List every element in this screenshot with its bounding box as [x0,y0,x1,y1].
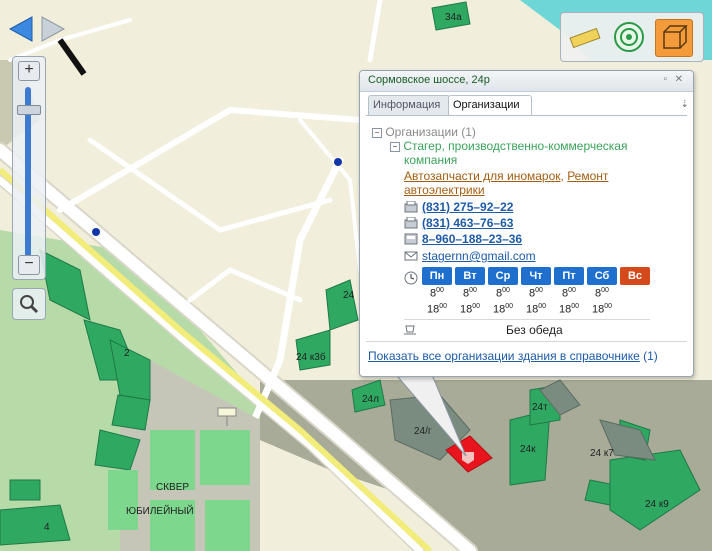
day-0: Пн [422,267,452,285]
fax-icon [404,201,418,213]
phone-link-1[interactable]: (831) 275–92–22 [422,200,513,214]
tab-organizations[interactable]: Организации [448,95,532,116]
open-hour-3: 800 [529,287,543,300]
category-link-2[interactable]: Ремонт [567,169,608,183]
clock-icon [404,271,418,285]
zoom-in-icon[interactable]: + [18,61,40,81]
open-hour-1: 800 [463,287,477,300]
popup-header: Сормовское шоссе, 24р ▫ ✕ [360,71,693,92]
phone-link-3[interactable]: 8–960–188–23–36 [422,232,522,246]
rail-line [57,38,87,76]
zoom-control: + − [12,56,46,280]
stop-sign [217,407,237,417]
chevron-down-icon[interactable]: ⇣ [681,99,689,110]
label-24l: 24л [362,394,379,405]
label-park-1: СКВЕР [156,482,189,493]
open-hour-4: 800 [562,287,576,300]
popup-footer: Показать все организации здания в справо… [368,349,658,363]
collapse-icon-org[interactable]: − [390,141,400,152]
label-24k7: 24 к7 [590,448,614,459]
label-24: 24 [343,290,355,301]
label-24g: 24/г [414,426,432,437]
cup-icon [404,325,416,335]
tree-root[interactable]: − Организации (1) [372,125,476,139]
close-hour-0: 1800 [426,303,448,316]
org-name-cont: компания [404,153,458,167]
footer-count: (1) [643,349,658,363]
close-hour-4: 1800 [558,303,580,316]
info-popup: Сормовское шоссе, 24р ▫ ✕ Информация Орг… [359,70,694,377]
close-hour-5: 1800 [591,303,613,316]
show-all-orgs-link[interactable]: Показать все организации здания в справо… [368,349,640,363]
open-hour-0: 800 [430,287,444,300]
radar-icon[interactable] [611,19,647,55]
3d-box-icon[interactable] [655,19,693,57]
day-1: Вт [455,267,485,285]
schedule-open: 800 800 800 800 800 800 [422,287,652,303]
fax-icon-2 [404,217,418,229]
schedule-days: Пн Вт Ср Чт Пт Сб Вс [422,267,652,287]
open-hour-5: 800 [595,287,609,300]
lunch-text: Без обеда [506,323,563,337]
map-tools [560,12,704,62]
magnifier-icon [20,295,39,314]
open-hour-2: 800 [496,287,510,300]
org-name: Стагер, производственно-коммерческая [403,139,628,153]
nav-arrows [8,14,72,44]
label-24t: 24т [532,402,548,413]
schedule-close: 1800 1800 1800 1800 1800 1800 [422,303,652,319]
mail-icon [404,251,418,261]
close-hour-1: 1800 [459,303,481,316]
phone-link-2[interactable]: (831) 463–76–63 [422,216,513,230]
org-item[interactable]: − Стагер, производственно-коммерческая [390,139,627,153]
email-link[interactable]: stagernn@gmail.com [422,249,536,263]
label-4: 4 [44,522,50,533]
phone-icon [404,233,418,245]
label-park-2: ЮБИЛЕЙНЫЙ [126,504,194,517]
label-24k9: 24 к9 [645,499,669,510]
day-3: Чт [521,267,551,285]
collapse-icon[interactable]: − [372,127,382,138]
magnifier-button[interactable] [12,288,46,320]
pin-icon[interactable]: ▫ [663,74,667,85]
poi-dot[interactable] [92,228,100,236]
day-6: Вс [620,267,650,285]
label-34a: 34а [445,12,462,23]
zoom-slider-handle[interactable] [17,105,41,115]
close-hour-3: 1800 [525,303,547,316]
zoom-out-icon[interactable]: − [18,255,40,275]
close-hour-2: 1800 [492,303,514,316]
label-24k: 24к [520,444,536,455]
day-5: Сб [587,267,617,285]
day-4: Пт [554,267,584,285]
label-24k3b: 24 к3б [296,351,326,363]
label-2: 2 [124,348,130,359]
ruler-icon[interactable] [567,19,603,55]
popup-title: Сормовское шоссе, 24р [368,74,490,86]
category-row: Автозапчасти для иномарок, Ремонт [404,169,609,183]
poi-dot-2[interactable] [334,158,342,166]
category-link-1[interactable]: Автозапчасти для иномарок [404,169,561,183]
day-2: Ср [488,267,518,285]
arrow-left-icon[interactable] [8,14,72,44]
close-icon[interactable]: ✕ [675,74,683,85]
category-link-2-cont[interactable]: автоэлектрики [404,183,485,197]
tab-info[interactable]: Информация [368,95,450,115]
